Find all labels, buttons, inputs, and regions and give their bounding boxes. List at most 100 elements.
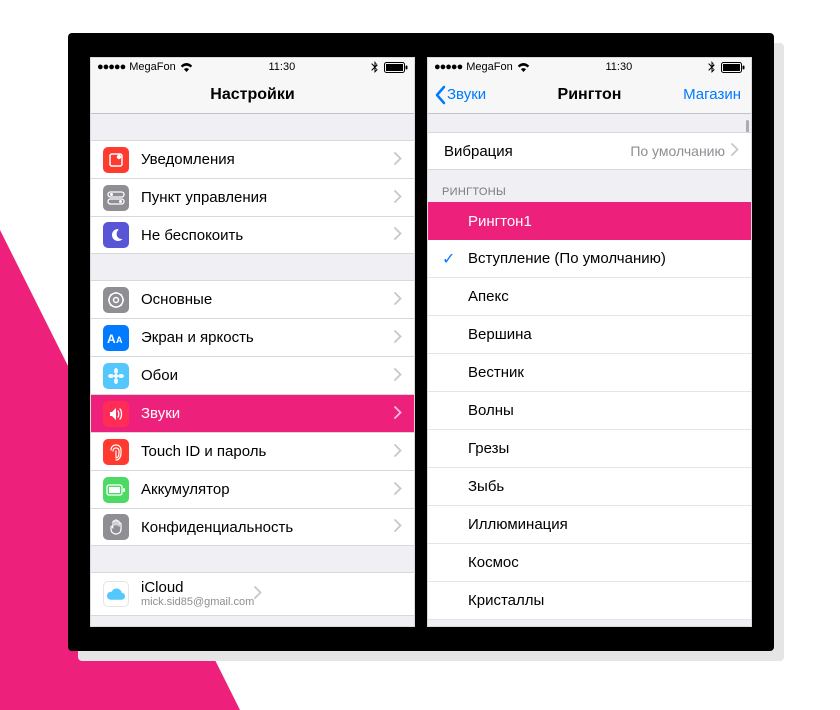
store-button[interactable]: Магазин	[683, 86, 741, 103]
ringtone-label: Иллюминация	[468, 516, 568, 533]
ringtone-row[interactable]: Зыбь	[428, 468, 751, 506]
vibration-value: По умолчанию	[630, 143, 725, 159]
chevron-right-icon	[394, 519, 402, 535]
settings-row-label: Основные	[141, 291, 394, 308]
settings-row[interactable]: Touch ID и пароль	[91, 432, 414, 470]
ringtone-row[interactable]: Кристаллы	[428, 582, 751, 620]
back-label: Звуки	[447, 86, 486, 103]
chevron-right-icon	[731, 143, 739, 159]
checkmark-icon: ✓	[442, 249, 468, 269]
bluetooth-icon	[371, 61, 378, 73]
nav-bar: Настройки	[91, 76, 414, 114]
sounds-icon	[103, 401, 129, 427]
status-bar: ●●●●● MegaFon 11:30	[91, 58, 414, 76]
ringtone-row[interactable]: Вершина	[428, 316, 751, 354]
ringtone-label: Кристаллы	[468, 592, 544, 609]
chevron-right-icon	[394, 444, 402, 460]
settings-row-label: Touch ID и пароль	[141, 443, 394, 460]
ringtone-row[interactable]: Вестник	[428, 354, 751, 392]
ringtones-section-header: РИНГТОНЫ	[428, 170, 751, 202]
ringtone-content[interactable]: Вибрация По умолчанию РИНГТОНЫ Рингтон1 ✓…	[428, 114, 751, 626]
touchid-icon	[103, 439, 129, 465]
status-time: 11:30	[606, 61, 633, 73]
nav-bar: Звуки Рингтон Магазин	[428, 76, 751, 114]
ringtone-label: Зыбь	[468, 478, 504, 495]
chevron-right-icon	[394, 368, 402, 384]
chevron-right-icon	[394, 190, 402, 206]
ringtone-row[interactable]: Апекс	[428, 278, 751, 316]
settings-screen: ●●●●● MegaFon 11:30 Настрой	[90, 57, 415, 627]
settings-row-label: Уведомления	[141, 151, 394, 168]
battery-icon	[103, 477, 129, 503]
control-center-icon	[103, 185, 129, 211]
bluetooth-icon	[708, 61, 715, 73]
ringtone-label: Грезы	[468, 440, 509, 457]
display-icon: AA	[103, 325, 129, 351]
icloud-icon	[103, 581, 129, 607]
settings-row-label: Пункт управления	[141, 189, 394, 206]
battery-icon	[721, 62, 745, 73]
ringtone-label: Вестник	[468, 364, 524, 381]
chevron-right-icon	[254, 586, 262, 602]
status-bar: ●●●●● MegaFon 11:30	[428, 58, 751, 76]
wallpaper-icon	[103, 363, 129, 389]
ringtone-label: Волны	[468, 402, 514, 419]
settings-row[interactable]: Звуки	[91, 394, 414, 432]
status-time: 11:30	[269, 61, 296, 73]
settings-row[interactable]: Конфиденциальность	[91, 508, 414, 546]
chevron-right-icon	[394, 227, 402, 243]
settings-row[interactable]: Уведомления	[91, 140, 414, 178]
ringtone-label: Вступление (По умолчанию)	[468, 250, 666, 267]
page-title: Рингтон	[558, 86, 622, 104]
icloud-email: mick.sid85@gmail.com	[141, 596, 254, 608]
ringtone-row[interactable]: Волны	[428, 392, 751, 430]
ringtone-row[interactable]: Рингтон1	[428, 202, 751, 240]
settings-row-label: Обои	[141, 367, 394, 384]
settings-row[interactable]: Пункт управления	[91, 178, 414, 216]
svg-text:A: A	[116, 335, 123, 345]
svg-text:A: A	[107, 332, 116, 345]
settings-row-label: Не беспокоить	[141, 227, 394, 244]
chevron-right-icon	[394, 330, 402, 346]
carrier-label: MegaFon	[466, 61, 512, 73]
settings-row-label: Аккумулятор	[141, 481, 394, 498]
vibration-row[interactable]: Вибрация По умолчанию	[428, 132, 751, 170]
ringtone-row[interactable]: ✓Вступление (По умолчанию)	[428, 240, 751, 278]
settings-row[interactable]: Обои	[91, 356, 414, 394]
page-title: Настройки	[210, 86, 294, 104]
wifi-icon	[517, 63, 530, 72]
icloud-label: iCloud	[141, 580, 254, 597]
notifications-icon	[103, 147, 129, 173]
privacy-icon	[103, 514, 129, 540]
ringtone-row[interactable]: Космос	[428, 544, 751, 582]
ringtone-label: Апекс	[468, 288, 509, 305]
general-icon	[103, 287, 129, 313]
signal-dots: ●●●●●	[97, 61, 125, 73]
settings-row-label: Звуки	[141, 405, 394, 422]
chevron-right-icon	[394, 292, 402, 308]
settings-row-label: Конфиденциальность	[141, 519, 394, 536]
settings-row[interactable]: AA Экран и яркость	[91, 318, 414, 356]
battery-icon	[384, 62, 408, 73]
ringtone-screen: ●●●●● MegaFon 11:30	[427, 57, 752, 627]
settings-row[interactable]: Основные	[91, 280, 414, 318]
ringtone-row[interactable]: Иллюминация	[428, 506, 751, 544]
vibration-label: Вибрация	[444, 143, 630, 160]
settings-row[interactable]: Аккумулятор	[91, 470, 414, 508]
signal-dots: ●●●●●	[434, 61, 462, 73]
screenshot-frame: ●●●●● MegaFon 11:30 Настрой	[68, 33, 774, 651]
settings-row-icloud[interactable]: iCloud mick.sid85@gmail.com	[91, 572, 414, 616]
wifi-icon	[180, 63, 193, 72]
ringtone-label: Рингтон1	[468, 213, 532, 230]
ringtone-label: Вершина	[468, 326, 532, 343]
settings-content[interactable]: Уведомления Пункт управления Не беспокоить…	[91, 114, 414, 626]
do-not-disturb-icon	[103, 222, 129, 248]
ringtone-label: Космос	[468, 554, 519, 571]
chevron-right-icon	[394, 152, 402, 168]
carrier-label: MegaFon	[129, 61, 175, 73]
back-button[interactable]: Звуки	[434, 85, 486, 105]
settings-row[interactable]: Не беспокоить	[91, 216, 414, 254]
chevron-right-icon	[394, 406, 402, 422]
ringtone-row[interactable]: Грезы	[428, 430, 751, 468]
settings-row-label: Экран и яркость	[141, 329, 394, 346]
